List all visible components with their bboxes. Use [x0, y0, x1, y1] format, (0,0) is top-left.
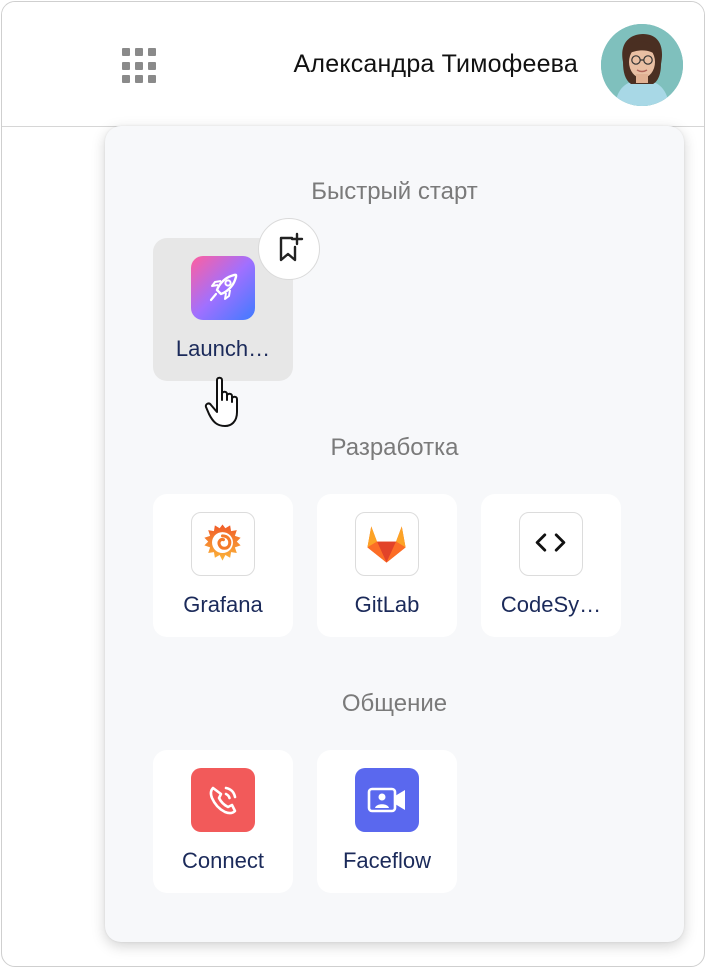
app-label: GitLab — [354, 592, 420, 617]
app-tile-faceflow[interactable]: Faceflow — [317, 750, 457, 893]
gitlab-icon — [355, 512, 419, 576]
section-title-development: Разработка — [330, 434, 459, 461]
app-tile-gitlab[interactable]: GitLab — [317, 494, 457, 637]
rocket-icon — [191, 256, 255, 320]
phone-call-icon — [191, 768, 255, 832]
app-tile-grafana[interactable]: Grafana — [153, 494, 293, 637]
add-bookmark-button[interactable] — [258, 218, 320, 280]
app-tile-connect[interactable]: Connect — [153, 750, 293, 893]
user-name: Александра Тимофеева — [293, 50, 578, 78]
window-frame: Александра Тимофеева Быстрый старт Launc… — [1, 1, 705, 967]
bookmark-plus-icon — [279, 232, 304, 262]
section-title-quick-start: Быстрый старт — [311, 178, 478, 205]
app-label: Connect — [182, 848, 264, 873]
app-label: Launch… — [175, 336, 271, 361]
app-label: Grafana — [183, 592, 263, 617]
grafana-icon — [191, 512, 255, 576]
app-tile-codesy[interactable]: CodeSy… — [481, 494, 621, 637]
video-call-icon — [355, 768, 419, 832]
apps-grid-icon[interactable] — [120, 46, 160, 86]
app-label: CodeSy… — [500, 592, 602, 617]
apps-panel: Быстрый старт Launch… Разработка Grafana… — [105, 126, 684, 942]
top-bar: Александра Тимофеева — [2, 2, 704, 127]
code-icon — [519, 512, 583, 576]
section-title-communication: Общение — [341, 690, 448, 717]
app-label: Faceflow — [342, 848, 432, 873]
hand-cursor-icon — [204, 376, 238, 427]
avatar[interactable] — [601, 24, 683, 106]
